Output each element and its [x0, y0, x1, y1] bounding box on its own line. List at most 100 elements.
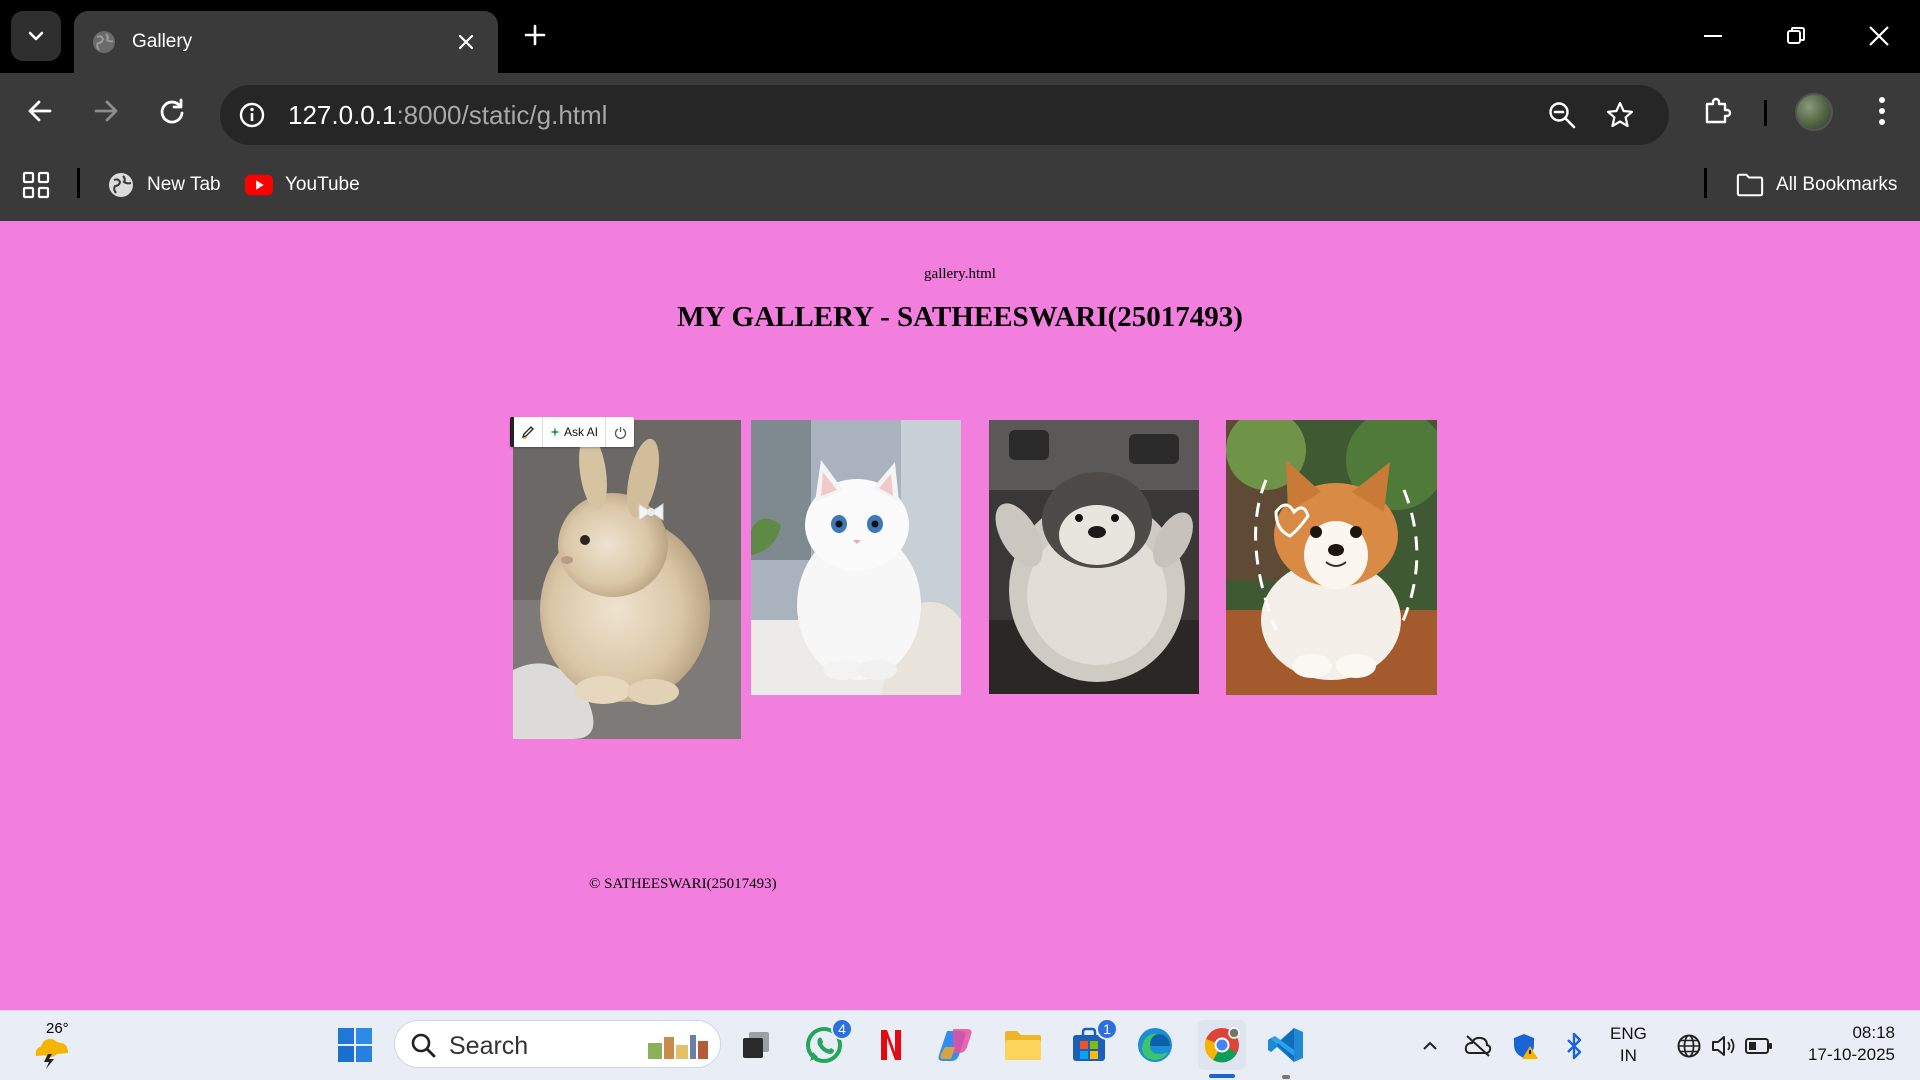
tab-search-button[interactable]: [11, 11, 61, 61]
taskbar-copilot[interactable]: [934, 1022, 980, 1068]
sparkle-icon: [549, 427, 560, 437]
taskbar-file-explorer[interactable]: [1000, 1022, 1046, 1068]
corgi-puppy-photo[interactable]: [1226, 420, 1437, 695]
bookmarks-bar: New Tab YouTube All Bookmarks: [0, 149, 1920, 221]
bookmark-label: New Tab: [147, 174, 221, 195]
site-info-icon[interactable]: [234, 97, 270, 133]
weather-widget[interactable]: 26°: [28, 1020, 72, 1069]
all-bookmarks-button[interactable]: All Bookmarks: [1736, 169, 1897, 201]
url-text[interactable]: 127.0.0.1:8000/static/g.html: [288, 100, 607, 131]
toolbar-separator: [1764, 100, 1767, 126]
plus-icon: [524, 24, 546, 46]
tray-security[interactable]: [1511, 1031, 1541, 1061]
tray-onedrive[interactable]: [1463, 1031, 1493, 1061]
whatsapp-badge: 4: [831, 1018, 853, 1040]
taskbar-edge[interactable]: [1132, 1022, 1178, 1068]
taskbar-store[interactable]: 1: [1066, 1018, 1118, 1068]
extensions-button[interactable]: [1694, 87, 1742, 135]
ai-toolbar: Ask AI: [510, 417, 634, 447]
folder-icon: [1005, 1031, 1041, 1060]
taskbar-task-view[interactable]: [733, 1022, 779, 1068]
star-icon: [1606, 101, 1634, 128]
white-cat-photo[interactable]: [751, 420, 961, 695]
tab-gallery[interactable]: Gallery: [74, 11, 498, 73]
reload-icon: [160, 98, 184, 124]
all-bookmarks-label: All Bookmarks: [1776, 174, 1898, 195]
back-button[interactable]: [16, 87, 64, 135]
start-button[interactable]: [332, 1022, 378, 1068]
store-badge: 1: [1096, 1018, 1118, 1040]
arrow-left-icon: [28, 100, 52, 122]
shield-warning-icon: [1514, 1034, 1538, 1059]
lang-line2: IN: [1619, 1046, 1637, 1065]
taskbar-whatsapp[interactable]: 4: [801, 1018, 853, 1068]
tray-overflow-button[interactable]: [1415, 1031, 1445, 1061]
youtube-icon: [245, 171, 273, 199]
taskbar-search[interactable]: Search: [394, 1020, 721, 1068]
ask-ai-label: Ask AI: [563, 425, 598, 439]
globe-network-icon: [1677, 1034, 1701, 1058]
close-window-button[interactable]: [1851, 8, 1907, 64]
bookmarks-separator: [77, 168, 80, 198]
tray-battery[interactable]: [1744, 1031, 1774, 1061]
globe-icon: [90, 28, 118, 56]
folder-icon: [1736, 171, 1764, 199]
clock-time: 08:18: [1852, 1023, 1895, 1042]
taskbar-chrome[interactable]: [1198, 1020, 1246, 1070]
bookmark-label: YouTube: [285, 174, 360, 195]
input-language[interactable]: ENG IN: [1610, 1023, 1647, 1067]
taskbar-vscode[interactable]: [1263, 1022, 1309, 1068]
bookmark-youtube[interactable]: YouTube: [245, 169, 360, 201]
task-view-icon: [743, 1032, 769, 1058]
tab-close-button[interactable]: [448, 24, 484, 60]
vscode-running-indicator: [1282, 1075, 1290, 1079]
weather-temp: 26°: [46, 1020, 69, 1037]
power-icon: [614, 426, 626, 439]
url-path: :8000/static/g.html: [396, 100, 608, 130]
chrome-icon: [1204, 1027, 1240, 1063]
minimize-button[interactable]: [1685, 8, 1741, 64]
forward-button[interactable]: [82, 87, 130, 135]
clock-date: 17-10-2025: [1808, 1045, 1895, 1064]
page-content: gallery.html MY GALLERY - SATHEESWARI(25…: [0, 221, 1920, 1010]
taskbar-clock[interactable]: 08:18 17-10-2025: [1795, 1022, 1895, 1066]
page-footer: © SATHEESWARI(25017493): [589, 876, 777, 892]
minimize-icon: [1704, 35, 1722, 37]
search-highlight-icon: [648, 1035, 708, 1059]
tray-bluetooth[interactable]: [1559, 1031, 1589, 1061]
bunny-photo[interactable]: [513, 420, 741, 739]
search-placeholder: Search: [449, 1032, 529, 1060]
power-button[interactable]: [606, 417, 634, 447]
close-icon: [1869, 26, 1889, 46]
bookmark-star-button[interactable]: [1600, 95, 1640, 135]
url-host: 127.0.0.1: [288, 100, 397, 130]
taskbar-netflix[interactable]: [868, 1022, 914, 1068]
penguin-chick-photo[interactable]: [989, 420, 1199, 694]
reload-button[interactable]: [148, 87, 196, 135]
edit-button[interactable]: [514, 417, 542, 447]
zoom-button[interactable]: [1542, 95, 1582, 135]
tray-network[interactable]: [1674, 1031, 1704, 1061]
browser-titlebar: Gallery: [0, 0, 1920, 73]
new-tab-button[interactable]: [514, 14, 556, 56]
chevron-up-icon: [1423, 1041, 1437, 1050]
menu-button[interactable]: [1858, 87, 1906, 135]
more-vert-icon: [1879, 97, 1885, 125]
address-bar[interactable]: 127.0.0.1:8000/static/g.html: [220, 85, 1669, 145]
search-icon: [411, 1033, 436, 1058]
bookmark-new-tab[interactable]: New Tab: [107, 169, 221, 201]
zoom-out-icon: [1549, 102, 1576, 129]
puzzle-icon: [1705, 97, 1732, 124]
ask-ai-button[interactable]: Ask AI: [543, 417, 605, 447]
apps-button[interactable]: [22, 169, 62, 201]
windows-taskbar: 26° Search 4 1 ENG IN 08:18 17-10-2025: [0, 1010, 1920, 1080]
vscode-icon: [1268, 1028, 1303, 1062]
speaker-icon: [1712, 1036, 1735, 1056]
globe-icon: [107, 171, 135, 199]
restore-button[interactable]: [1768, 8, 1824, 64]
browser-toolbar: 127.0.0.1:8000/static/g.html: [0, 73, 1920, 149]
lang-line1: ENG: [1610, 1024, 1647, 1043]
tray-volume[interactable]: [1708, 1031, 1738, 1061]
restore-icon: [1787, 27, 1805, 44]
profile-avatar[interactable]: [1795, 93, 1833, 131]
